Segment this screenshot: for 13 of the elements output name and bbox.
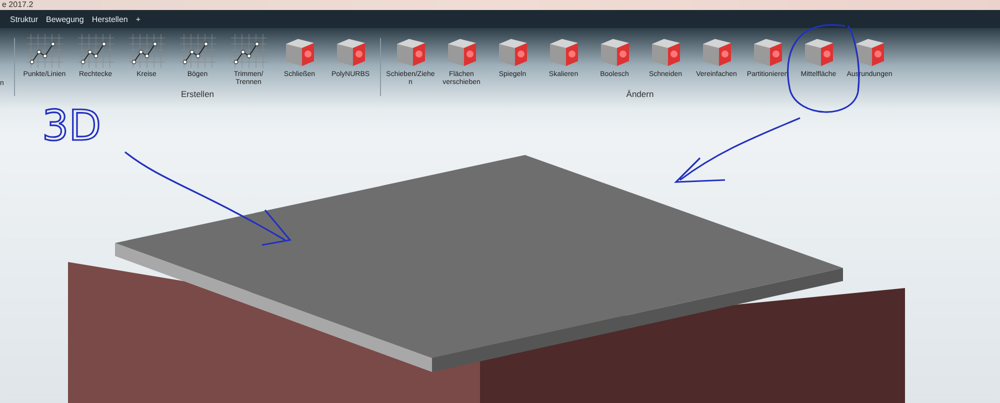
sketch-grid-icon xyxy=(230,34,266,68)
menu-item[interactable]: Herstellen xyxy=(92,14,128,24)
menu-item[interactable]: Struktur xyxy=(10,14,38,24)
menu-item[interactable]: Bewegung xyxy=(46,14,84,24)
window-title: e 2017.2 xyxy=(2,0,34,10)
sketch-grid-icon xyxy=(128,34,164,68)
sketch-grid-icon xyxy=(78,34,114,68)
group-label: Erstellen xyxy=(180,89,214,99)
sketch-grid-icon xyxy=(26,34,62,68)
sketch-grid-icon xyxy=(180,34,216,68)
handwritten-annotation: 3D xyxy=(42,101,102,150)
group-label: Ändern xyxy=(626,89,654,99)
menu-item[interactable]: + xyxy=(136,14,141,24)
